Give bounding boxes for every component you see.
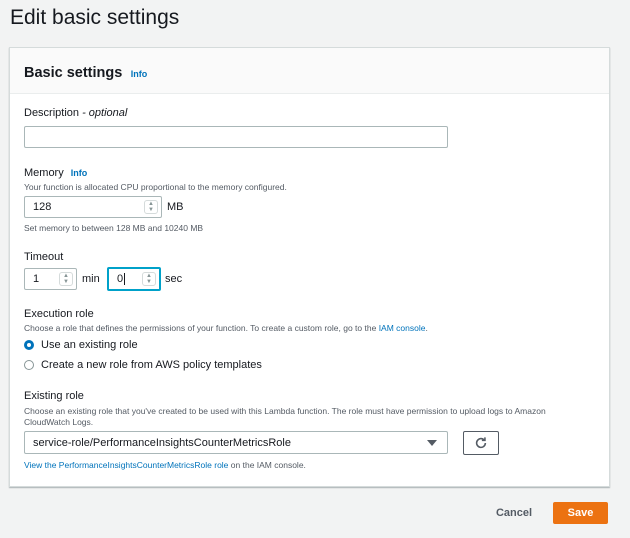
basic-settings-info-link[interactable]: Info xyxy=(131,69,148,79)
radio-use-existing-role[interactable]: Use an existing role xyxy=(24,339,138,351)
execution-role-help-text: Choose a role that defines the permissio… xyxy=(24,323,379,333)
view-role-link[interactable]: View the PerformanceInsightsCounterMetri… xyxy=(24,460,228,470)
existing-role-help-line1: Choose an existing role that you've crea… xyxy=(24,406,546,416)
text-cursor xyxy=(124,273,126,285)
execution-role-help: Choose a role that defines the permissio… xyxy=(24,323,428,333)
description-optional: - optional xyxy=(79,107,128,119)
description-label: Description - optional xyxy=(24,107,127,119)
description-label-text: Description xyxy=(24,107,80,119)
iam-console-link[interactable]: IAM console xyxy=(379,323,426,333)
panel-header: Basic settings Info xyxy=(10,48,609,94)
execution-role-help-suffix: . xyxy=(425,323,428,333)
memory-stepper-icon[interactable]: ▲ ▼ xyxy=(144,200,158,214)
timeout-seconds-input[interactable]: 0 ▲ ▼ xyxy=(107,267,161,291)
existing-role-label: Existing role xyxy=(24,390,84,402)
view-role-line: View the PerformanceInsightsCounterMetri… xyxy=(24,460,306,470)
existing-role-select[interactable]: service-role/PerformanceInsightsCounterM… xyxy=(24,431,448,454)
description-input[interactable] xyxy=(24,126,448,148)
timeout-minutes-input[interactable]: 1 ▲ ▼ xyxy=(24,268,77,290)
timeout-label: Timeout xyxy=(24,251,64,263)
timeout-minutes-unit: min xyxy=(82,273,100,285)
radio-unchecked-icon[interactable] xyxy=(24,360,34,370)
view-role-suffix: on the IAM console. xyxy=(228,460,306,470)
radio-create-new-role[interactable]: Create a new role from AWS policy templa… xyxy=(24,359,262,371)
caret-down-icon xyxy=(427,440,437,446)
memory-label: Memory Info xyxy=(24,167,87,179)
memory-unit: MB xyxy=(167,201,184,213)
timeout-seconds-unit: sec xyxy=(165,273,183,285)
memory-input-value: 128 xyxy=(33,201,52,213)
existing-role-help-line2: CloudWatch Logs. xyxy=(24,417,94,427)
panel-title: Basic settings xyxy=(24,65,123,81)
radio-use-existing-role-label: Use an existing role xyxy=(41,339,138,351)
save-button[interactable]: Save xyxy=(553,502,608,524)
cancel-button[interactable]: Cancel xyxy=(490,503,538,523)
timeout-minutes-stepper-icon[interactable]: ▲ ▼ xyxy=(59,272,73,286)
execution-role-label: Execution role xyxy=(24,308,94,320)
page-title: Edit basic settings xyxy=(10,6,180,29)
existing-role-select-value: service-role/PerformanceInsightsCounterM… xyxy=(33,436,291,449)
refresh-icon xyxy=(475,437,487,449)
radio-create-new-role-label: Create a new role from AWS policy templa… xyxy=(41,359,262,371)
memory-help: Your function is allocated CPU proportio… xyxy=(24,182,287,192)
memory-label-text: Memory xyxy=(24,167,64,179)
refresh-button[interactable] xyxy=(463,431,499,455)
memory-constraint: Set memory to between 128 MB and 10240 M… xyxy=(24,223,204,233)
existing-role-help: Choose an existing role that you've crea… xyxy=(24,406,604,428)
timeout-minutes-value: 1 xyxy=(33,273,40,285)
radio-checked-icon[interactable] xyxy=(24,340,34,350)
memory-input[interactable]: 128 ▲ ▼ xyxy=(24,196,162,218)
timeout-seconds-value: 0 xyxy=(117,273,124,285)
timeout-seconds-stepper-icon[interactable]: ▲ ▼ xyxy=(142,272,156,286)
memory-info-link[interactable]: Info xyxy=(71,168,88,178)
